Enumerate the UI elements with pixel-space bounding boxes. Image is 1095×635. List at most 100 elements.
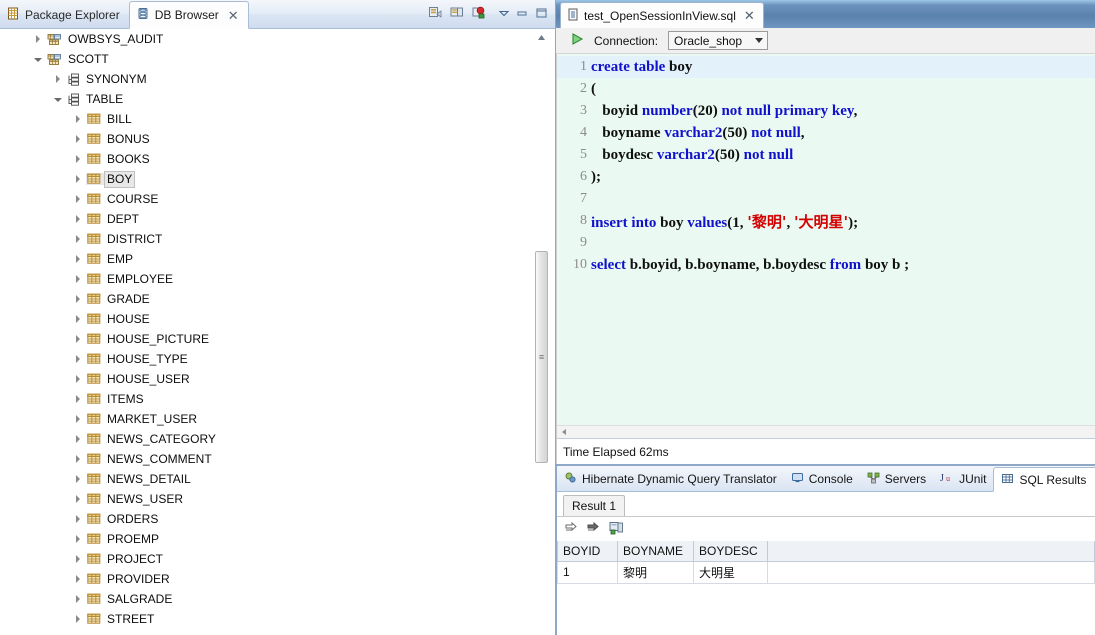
- tree-item-salgrade[interactable]: SALGRADE: [0, 589, 534, 609]
- editor-horizontal-scrollbar[interactable]: [557, 425, 1095, 438]
- chevron-right-icon[interactable]: [70, 595, 86, 603]
- chevron-right-icon[interactable]: [70, 155, 86, 163]
- tree-item-bill[interactable]: BILL: [0, 109, 534, 129]
- tab-junit[interactable]: J u JUnit: [933, 467, 993, 491]
- code-line-8[interactable]: 8 insert into boy values(1, '黎明', '大明星');: [557, 210, 1095, 232]
- tree-vertical-scrollbar[interactable]: ≡: [534, 29, 549, 635]
- stop-connection-icon[interactable]: [471, 5, 487, 24]
- code-line-5[interactable]: 5 boydesc varchar2(50) not null: [557, 144, 1095, 166]
- tab-sql-editor[interactable]: test_OpenSessionInView.sql ✕: [560, 2, 764, 28]
- chevron-right-icon[interactable]: [70, 135, 86, 143]
- new-connection-icon[interactable]: [427, 5, 443, 24]
- table-cell[interactable]: 大明星: [693, 561, 768, 584]
- tree-item-items[interactable]: ITEMS: [0, 389, 534, 409]
- chevron-right-icon[interactable]: [70, 355, 86, 363]
- column-header-boyname[interactable]: BOYNAME: [617, 541, 694, 562]
- tree-item-house_user[interactable]: HOUSE_USER: [0, 369, 534, 389]
- tree-item-news_detail[interactable]: NEWS_DETAIL: [0, 469, 534, 489]
- chevron-right-icon[interactable]: [70, 395, 86, 403]
- view-menu-chevron-icon[interactable]: [498, 7, 510, 22]
- tree-item-synonym[interactable]: SYNONYM: [0, 69, 534, 89]
- chevron-right-icon[interactable]: [70, 415, 86, 423]
- chevron-down-icon[interactable]: [50, 96, 66, 102]
- tree-item-orders[interactable]: ORDERS: [0, 509, 534, 529]
- tree-item-dept[interactable]: DEPT: [0, 209, 534, 229]
- column-header-boydesc[interactable]: BOYDESC: [693, 541, 768, 562]
- table-row[interactable]: 1 黎明 大明星: [557, 561, 1095, 584]
- result-grid[interactable]: BOYID BOYNAME BOYDESC 1 黎明 大明星: [557, 541, 1095, 584]
- chevron-right-icon[interactable]: [70, 435, 86, 443]
- refresh-connection-icon[interactable]: [449, 5, 465, 24]
- chevron-right-icon[interactable]: [70, 235, 86, 243]
- code-line-7[interactable]: 7: [557, 188, 1095, 210]
- save-result-icon[interactable]: [609, 521, 624, 538]
- tree-item-bonus[interactable]: BONUS: [0, 129, 534, 149]
- tree-item-house_type[interactable]: HOUSE_TYPE: [0, 349, 534, 369]
- sql-code-lines[interactable]: 1 create table boy 2(3 boyid number(20) no…: [557, 54, 1095, 425]
- chevron-right-icon[interactable]: [70, 255, 86, 263]
- tree-item-street[interactable]: STREET: [0, 609, 534, 629]
- column-header-boyid[interactable]: BOYID: [557, 541, 618, 562]
- code-line-4[interactable]: 4 boyname varchar2(50) not null,: [557, 122, 1095, 144]
- tree-item-grade[interactable]: GRADE: [0, 289, 534, 309]
- tree-item-course[interactable]: COURSE: [0, 189, 534, 209]
- chevron-right-icon[interactable]: [70, 315, 86, 323]
- tab-package-explorer[interactable]: Package Explorer: [0, 1, 129, 28]
- tree-item-owbsys_audit[interactable]: OWBSYS_AUDIT: [0, 29, 534, 49]
- chevron-right-icon[interactable]: [70, 535, 86, 543]
- chevron-right-icon[interactable]: [70, 515, 86, 523]
- code-line-3[interactable]: 3 boyid number(20) not null primary key,: [557, 100, 1095, 122]
- tree-item-boy[interactable]: BOY: [0, 169, 534, 189]
- tree-item-proemp[interactable]: PROEMP: [0, 529, 534, 549]
- table-cell[interactable]: 1: [557, 561, 618, 584]
- chevron-right-icon[interactable]: [70, 115, 86, 123]
- run-play-icon[interactable]: [570, 32, 584, 49]
- chevron-right-icon[interactable]: [70, 455, 86, 463]
- chevron-right-icon[interactable]: [70, 575, 86, 583]
- chevron-right-icon[interactable]: [70, 175, 86, 183]
- chevron-right-icon[interactable]: [70, 555, 86, 563]
- chevron-right-icon[interactable]: [50, 75, 66, 83]
- tree-item-books[interactable]: BOOKS: [0, 149, 534, 169]
- code-line-9[interactable]: 9: [557, 232, 1095, 254]
- database-tree[interactable]: OWBSYS_AUDIT SCOTT SYNONYM TABLE BILL BONUS BO…: [0, 29, 534, 635]
- chevron-right-icon[interactable]: [30, 35, 46, 43]
- sql-source-editor[interactable]: 1 create table boy 2(3 boyid number(20) no…: [556, 54, 1095, 438]
- chevron-down-icon[interactable]: [30, 56, 46, 62]
- tab-hibernate-dynamic-query-translator[interactable]: Hibernate Dynamic Query Translator: [557, 467, 784, 491]
- export-row-icon[interactable]: [565, 521, 580, 538]
- tab-result-1[interactable]: Result 1: [563, 495, 626, 516]
- tab-sql-results[interactable]: SQL Results ✕: [993, 467, 1095, 492]
- chevron-down-icon[interactable]: [755, 38, 764, 43]
- tree-item-project[interactable]: PROJECT: [0, 549, 534, 569]
- tree-item-house_picture[interactable]: HOUSE_PICTURE: [0, 329, 534, 349]
- tab-servers[interactable]: Servers: [860, 467, 933, 491]
- tab-console[interactable]: Console: [784, 467, 860, 491]
- code-line-1[interactable]: 1 create table boy: [557, 56, 1095, 78]
- tree-item-provider[interactable]: PROVIDER: [0, 569, 534, 589]
- scroll-up-arrow-icon[interactable]: [534, 29, 549, 45]
- tree-item-scott[interactable]: SCOTT: [0, 49, 534, 69]
- tree-item-district[interactable]: DISTRICT: [0, 229, 534, 249]
- code-line-10[interactable]: 10 select b.boyid, b.boyname, b.boydesc f…: [557, 254, 1095, 276]
- tab-db-browser[interactable]: DB Browser ✕: [128, 1, 249, 29]
- code-line-2[interactable]: 2(: [557, 78, 1095, 100]
- chevron-right-icon[interactable]: [70, 495, 86, 503]
- minimize-icon[interactable]: [516, 7, 529, 22]
- chevron-right-icon[interactable]: [70, 335, 86, 343]
- tree-item-news_user[interactable]: NEWS_USER: [0, 489, 534, 509]
- tree-item-news_comment[interactable]: NEWS_COMMENT: [0, 449, 534, 469]
- chevron-right-icon[interactable]: [70, 275, 86, 283]
- tree-item-news_category[interactable]: NEWS_CATEGORY: [0, 429, 534, 449]
- close-icon[interactable]: ✕: [228, 9, 239, 22]
- chevron-right-icon[interactable]: [70, 375, 86, 383]
- maximize-icon[interactable]: [535, 7, 548, 22]
- chevron-right-icon[interactable]: [70, 615, 86, 623]
- close-icon[interactable]: ✕: [744, 9, 755, 22]
- tree-item-market_user[interactable]: MARKET_USER: [0, 409, 534, 429]
- connection-select[interactable]: Oracle_shop: [668, 31, 769, 50]
- scroll-left-arrow-icon[interactable]: [557, 429, 571, 435]
- export-all-icon[interactable]: [587, 521, 602, 538]
- chevron-right-icon[interactable]: [70, 295, 86, 303]
- chevron-right-icon[interactable]: [70, 195, 86, 203]
